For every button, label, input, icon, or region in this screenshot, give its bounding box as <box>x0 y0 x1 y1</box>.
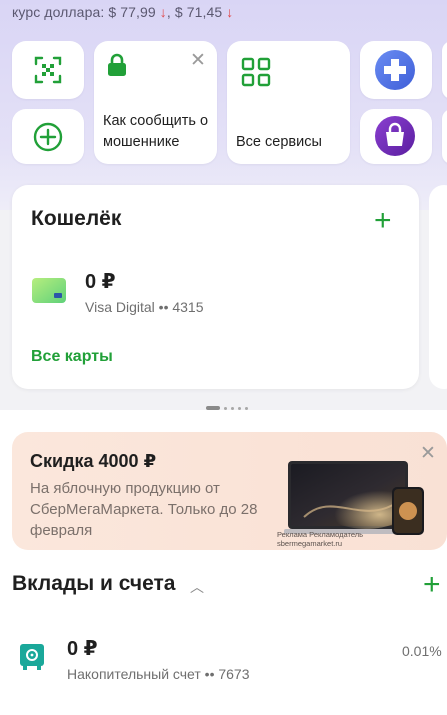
next-tile-peek <box>442 41 447 99</box>
qr-scan-icon <box>34 56 62 84</box>
card-icon[interactable] <box>32 278 66 303</box>
wallet-add-icon[interactable]: + <box>374 206 392 236</box>
rate-sell-down-icon: ↓ <box>226 4 234 20</box>
shopping-bag-icon <box>375 116 415 156</box>
fraud-tile-label: Как сообщить о мошеннике <box>103 113 209 150</box>
pager-dot <box>224 406 227 410</box>
account-name: Накопительный счет •• 7673 <box>67 666 250 682</box>
rate-sell: $ 71,45 <box>174 4 223 20</box>
plus-circle-icon <box>33 122 63 152</box>
header-background <box>0 0 447 210</box>
rate-label: курс доллара: <box>12 4 105 20</box>
deposits-add-icon[interactable]: + <box>423 570 441 600</box>
safe-icon[interactable] <box>19 643 45 671</box>
pager-dot <box>245 406 248 410</box>
services-tile-label: Все сервисы <box>236 134 322 150</box>
ad-disclaimer: Реклама Рекламодатель sbermegamarket.ru <box>277 530 363 548</box>
carousel-pager <box>206 405 248 411</box>
close-icon[interactable]: ✕ <box>190 51 206 70</box>
laptop-image <box>284 461 424 535</box>
fraud-report-tile[interactable]: ✕ Как сообщить о мошеннике <box>94 41 217 164</box>
pager-active <box>206 406 220 410</box>
shopping-tile[interactable] <box>360 109 432 164</box>
deposit-balance[interactable]: 0 ₽ <box>67 636 98 661</box>
add-tile[interactable] <box>12 109 84 164</box>
exchange-rate-line: курс доллара: $ 77,99 ↓, $ 71,45 ↓ <box>12 4 233 20</box>
deposits-title[interactable]: Вклады и счета <box>12 572 176 596</box>
promo-close-icon[interactable]: ✕ <box>420 444 436 463</box>
wallet-title: Кошелёк <box>31 207 122 230</box>
wallet-balance[interactable]: 0 ₽ <box>85 269 116 294</box>
all-cards-link[interactable]: Все карты <box>31 348 113 366</box>
promo-description: На яблочную продукцию от СберМегаМаркета… <box>30 480 258 539</box>
medical-service-tile[interactable] <box>360 41 432 99</box>
chevron-up-icon[interactable]: ︿ <box>190 577 204 597</box>
all-services-tile[interactable]: Все сервисы <box>227 41 350 164</box>
rate-separator: , <box>166 4 171 20</box>
wallet-card: Кошелёк + 0 ₽ Visa Digital •• 4315 Все к… <box>12 185 419 389</box>
card-name: Visa Digital •• 4315 <box>85 299 204 315</box>
deposit-rate: 0.01% <box>402 643 442 659</box>
pager-dot <box>238 406 241 410</box>
next-tile-peek-2 <box>442 109 447 164</box>
qr-scan-tile[interactable] <box>12 41 84 99</box>
pager-dot <box>231 406 234 410</box>
promo-banner[interactable]: Скидка 4000 ₽ На яблочную продукцию от С… <box>12 432 447 550</box>
ad-note-line-2: sbermegamarket.ru <box>277 539 343 548</box>
grid-icon <box>241 57 271 87</box>
promo-title: Скидка 4000 ₽ <box>30 451 157 471</box>
lock-icon <box>108 53 126 76</box>
medical-plus-icon <box>375 50 415 90</box>
rate-buy: $ 77,99 <box>108 4 156 20</box>
ad-note-line-1: Реклама Рекламодатель <box>277 530 364 539</box>
rate-buy-down-icon: ↓ <box>159 4 167 20</box>
next-card-peek <box>429 185 447 389</box>
